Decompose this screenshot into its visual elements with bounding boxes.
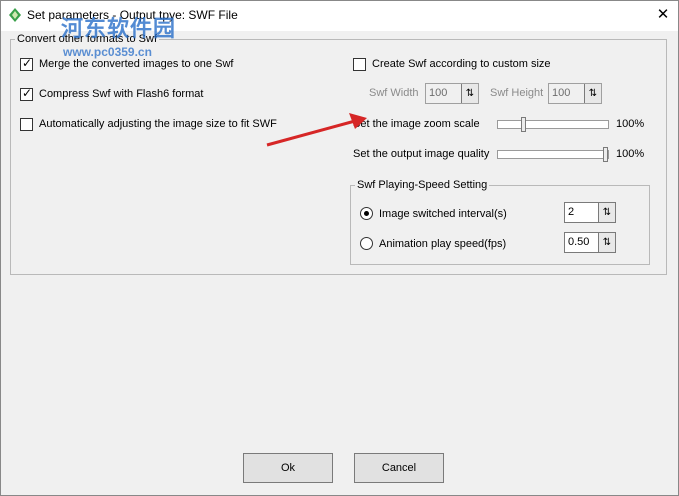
- quality-slider[interactable]: [497, 147, 609, 162]
- zoom-scale-slider[interactable]: [497, 117, 609, 132]
- updown-arrows-icon[interactable]: ⇅: [598, 203, 615, 222]
- interval-radio-row[interactable]: Image switched interval(s): [360, 207, 507, 220]
- radio-selected-dot: [364, 211, 369, 216]
- fps-spinner[interactable]: 0.50 ⇅: [564, 232, 616, 253]
- swf-height-label: Swf Height: [490, 87, 544, 99]
- fps-radio[interactable]: [360, 237, 373, 250]
- quality-slider-thumb[interactable]: [603, 147, 608, 162]
- compress-checkbox-row[interactable]: ✓ Compress Swf with Flash6 format: [20, 85, 204, 101]
- ok-button-label: Ok: [280, 462, 296, 474]
- swf-height-value[interactable]: 100: [549, 84, 584, 103]
- custom-size-checkbox[interactable]: [353, 57, 366, 71]
- zoom-slider-thumb[interactable]: [521, 117, 527, 132]
- check-icon: ✓: [22, 55, 33, 70]
- fps-label: Animation play speed(fps): [379, 237, 507, 250]
- speed-group-legend: Swf Playing-Speed Setting: [355, 179, 490, 191]
- interval-radio[interactable]: [360, 207, 373, 220]
- fps-radio-row[interactable]: Animation play speed(fps): [360, 237, 506, 250]
- fps-value[interactable]: 0.50: [565, 233, 598, 252]
- close-button[interactable]: ✕: [648, 1, 678, 29]
- compress-label: Compress Swf with Flash6 format: [39, 88, 204, 100]
- merge-label: Merge the converted images to one Swf: [39, 58, 234, 70]
- swf-width-label: Swf Width: [369, 87, 419, 99]
- custom-size-checkbox-row[interactable]: Create Swf according to custom size: [353, 57, 551, 71]
- red-arrow-annotation: [266, 113, 367, 147]
- watermark-url: www.pc0359.cn: [63, 45, 152, 59]
- interval-spinner[interactable]: 2 ⇅: [564, 202, 616, 223]
- auto-adjust-checkbox[interactable]: [20, 117, 33, 131]
- zoom-scale-value: 100%: [616, 118, 645, 130]
- merge-checkbox-row[interactable]: ✓ Merge the converted images to one Swf: [20, 55, 234, 71]
- compress-checkbox[interactable]: ✓: [20, 85, 33, 101]
- swf-width-value[interactable]: 100: [426, 84, 461, 103]
- swf-height-spinner[interactable]: 100 ⇅: [548, 83, 602, 104]
- watermark-text: 河东软件园: [61, 16, 177, 41]
- merge-checkbox[interactable]: ✓: [20, 55, 33, 71]
- cancel-button[interactable]: Cancel: [354, 453, 444, 483]
- updown-arrows-icon[interactable]: ⇅: [584, 84, 601, 103]
- dialog-window: Set parameters - Output tpye: SWF File ✕…: [0, 0, 679, 496]
- swf-width-spinner[interactable]: 100 ⇅: [425, 83, 479, 104]
- updown-arrows-icon[interactable]: ⇅: [598, 233, 615, 252]
- check-icon: ✓: [22, 85, 33, 100]
- custom-size-label: Create Swf according to custom size: [372, 58, 551, 70]
- auto-adjust-label: Automatically adjusting the image size t…: [39, 118, 277, 130]
- interval-value[interactable]: 2: [565, 203, 598, 222]
- auto-adjust-checkbox-row[interactable]: Automatically adjusting the image size t…: [20, 117, 277, 131]
- ok-button[interactable]: Ok: [243, 453, 333, 483]
- speed-groupbox: [350, 185, 650, 265]
- quality-label: Set the output image quality: [353, 148, 490, 160]
- quality-value: 100%: [616, 148, 645, 160]
- interval-label: Image switched interval(s): [379, 207, 507, 220]
- updown-arrows-icon[interactable]: ⇅: [461, 84, 478, 103]
- app-icon: [9, 8, 21, 22]
- cancel-button-label: Cancel: [381, 462, 417, 474]
